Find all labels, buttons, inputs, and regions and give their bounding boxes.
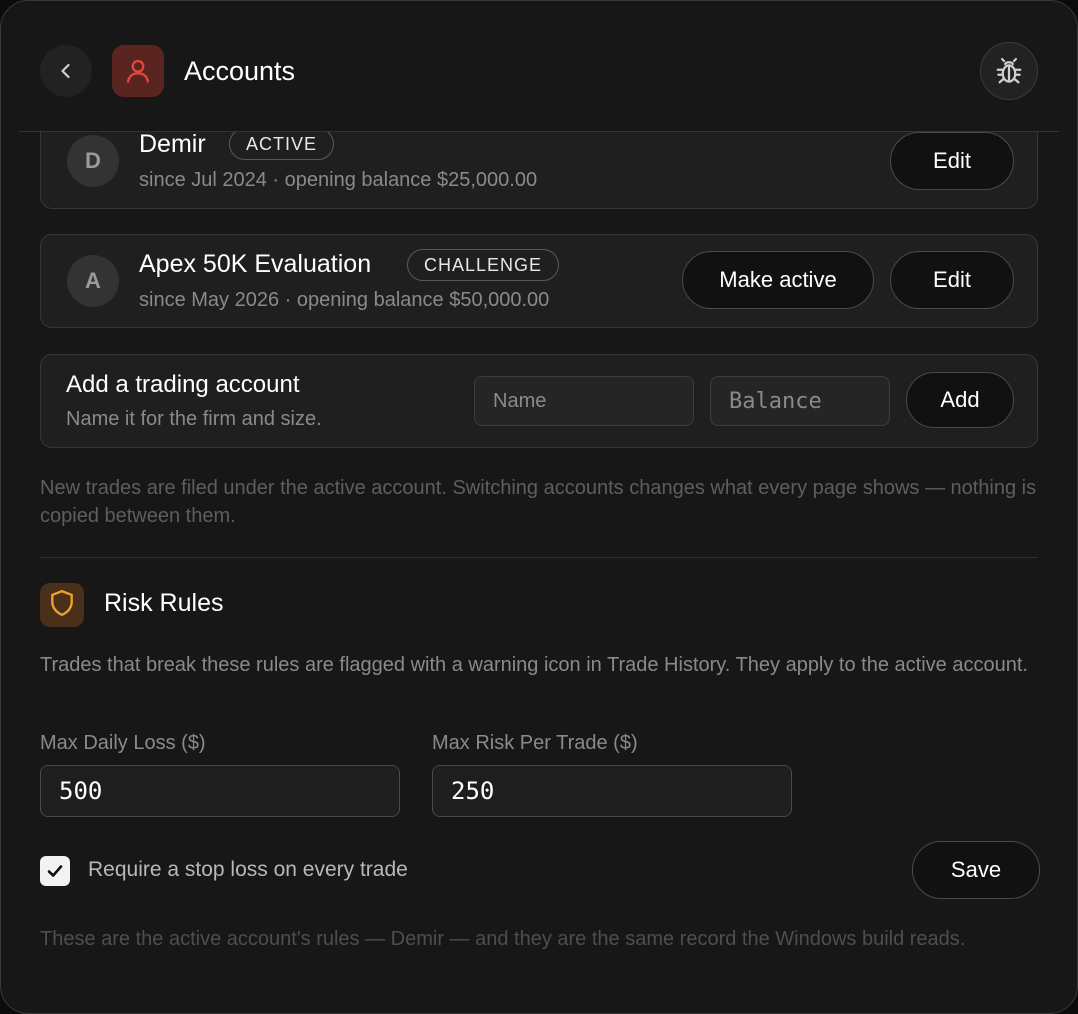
- account-avatar: A: [67, 255, 119, 307]
- accounts-note: New trades are filed under the active ac…: [40, 477, 1037, 527]
- edit-account-button[interactable]: Edit: [890, 251, 1014, 309]
- risk-rules-footer: These are the active account's rules — D…: [40, 928, 966, 950]
- account-balance-input[interactable]: [710, 376, 890, 426]
- save-button[interactable]: Save: [912, 841, 1040, 899]
- make-active-button[interactable]: Make active: [682, 251, 874, 309]
- shield-icon: [49, 589, 75, 622]
- user-icon: [126, 59, 150, 83]
- edit-account-button[interactable]: Edit: [890, 132, 1014, 190]
- add-account-button[interactable]: Add: [906, 372, 1014, 428]
- account-avatar: D: [67, 135, 119, 187]
- back-button[interactable]: [40, 45, 92, 97]
- max-risk-input[interactable]: [432, 765, 792, 817]
- account-subtitle: since May 2026 · opening balance $50,000…: [139, 289, 550, 311]
- add-account-subtitle: Name it for the firm and size.: [66, 408, 322, 430]
- accounts-icon-tile: [112, 45, 164, 97]
- max-risk-label: Max Risk Per Trade ($): [432, 732, 638, 754]
- account-name: Apex 50K Evaluation: [139, 250, 372, 278]
- add-account-title: Add a trading account: [66, 371, 300, 398]
- require-stop-label: Require a stop loss on every trade: [88, 858, 408, 881]
- risk-rules-description: Trades that break these rules are flagge…: [40, 654, 1028, 676]
- debug-button[interactable]: [980, 42, 1038, 100]
- page-title: Accounts: [184, 56, 296, 86]
- account-name-input[interactable]: [474, 376, 694, 426]
- chevron-left-icon: [61, 63, 70, 79]
- accounts-window: D Demir ACTIVE since Jul 2024 · opening …: [0, 0, 1078, 1014]
- max-daily-loss-input[interactable]: [40, 765, 400, 817]
- require-stop-checkbox[interactable]: [40, 856, 70, 886]
- risk-rules-title: Risk Rules: [104, 589, 224, 617]
- max-daily-loss-label: Max Daily Loss ($): [40, 732, 206, 754]
- header-bar: Accounts: [1, 1, 1077, 131]
- account-subtitle: since Jul 2024 · opening balance $25,000…: [139, 169, 538, 191]
- account-name: Demir: [139, 130, 206, 158]
- checkmark-icon: [47, 865, 63, 877]
- status-badge: CHALLENGE: [407, 249, 560, 281]
- add-account-card: Add a trading account Name it for the fi…: [40, 354, 1038, 448]
- header-divider: [19, 131, 1059, 132]
- section-divider: [40, 557, 1038, 558]
- bug-icon: [996, 58, 1022, 84]
- account-card-apex: A Apex 50K Evaluation CHALLENGE since Ma…: [40, 234, 1038, 328]
- risk-rules-icon-tile: [40, 583, 84, 627]
- status-badge: ACTIVE: [229, 128, 335, 160]
